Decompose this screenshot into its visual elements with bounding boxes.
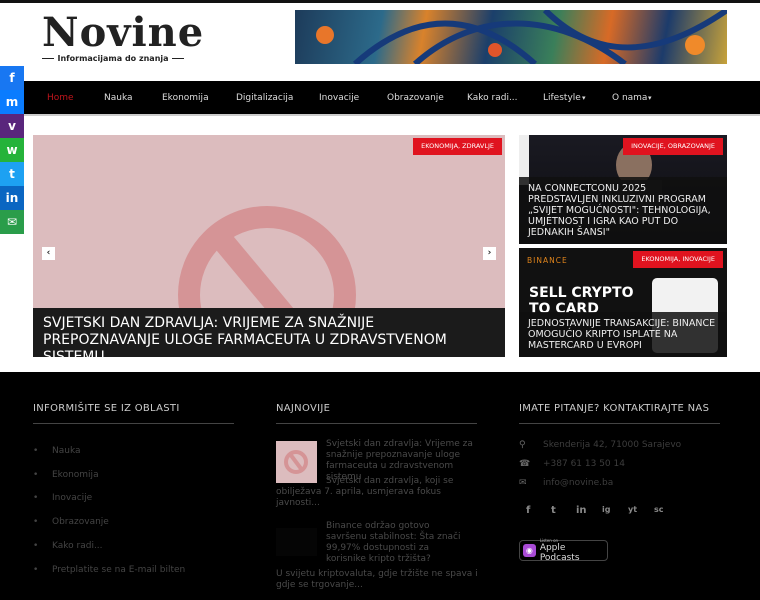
footer-heading: INFORMIŠITE SE IZ OBLASTI	[33, 403, 180, 414]
nav-o-nama[interactable]: O nama	[612, 81, 647, 116]
messenger-share-icon[interactable]: m	[0, 90, 24, 114]
youtube-icon[interactable]: yt	[628, 505, 637, 514]
site-logo[interactable]: Novine Informacijama do znanja	[42, 9, 205, 64]
nav-obrazovanje[interactable]: Obrazovanje	[387, 81, 444, 116]
promo-text: SELL CRYPTO	[529, 285, 634, 301]
instagram-icon[interactable]: ig	[602, 505, 610, 514]
nav-inovacije[interactable]: Inovacije	[319, 81, 359, 116]
category-badge[interactable]: EKONOMIJA, INOVACIJE	[633, 251, 723, 268]
linkedin-share-icon[interactable]: in	[0, 186, 24, 210]
featured-slider[interactable]: EKONOMIJA, ZDRAVLJE Svjetski dan zdravlj…	[33, 135, 505, 357]
footer-heading: NAJNOVIJE	[276, 403, 331, 414]
logo-title: Novine	[42, 9, 205, 56]
card-title[interactable]: Na ConnectConu 2025 predstavljen inkluzi…	[519, 177, 727, 244]
footer-heading: IMATE PITANJE? KONTAKTIRAJTE NAS	[519, 403, 710, 414]
podcast-label: Apple Podcasts	[539, 543, 580, 563]
post-excerpt: Svjetski dan zdravlja, koji se obilježav…	[276, 476, 454, 508]
nav-ekonomija[interactable]: Ekonomija	[162, 81, 209, 116]
podcast-icon: ◉	[523, 544, 536, 557]
email-share-icon[interactable]: ✉	[0, 210, 24, 234]
footer-category-link[interactable]: • Kako radi...	[33, 541, 103, 551]
binance-logo: BINANCE	[527, 256, 568, 265]
contact-phone[interactable]: ☎ +387 61 13 50 14	[519, 459, 625, 469]
nav-digitalizacija[interactable]: Digitalizacija	[236, 81, 293, 116]
nav-lifestyle[interactable]: Lifestyle	[543, 81, 581, 116]
slide-title[interactable]: Svjetski dan zdravlja: Vrijeme za snažni…	[33, 308, 505, 357]
category-badge[interactable]: EKONOMIJA, ZDRAVLJE	[413, 138, 502, 155]
chevron-down-icon: ▾	[648, 94, 652, 102]
news-card[interactable]: BINANCE SELL CRYPTO TO CARD EKONOMIJA, I…	[519, 248, 727, 357]
footer-category-link[interactable]: • Inovacije	[33, 493, 92, 503]
news-card[interactable]: INOVACIJE, OBRAZOVANJE Na ConnectConu 20…	[519, 135, 727, 244]
nav-kako-radi[interactable]: Kako radi...	[467, 81, 518, 116]
logo-tagline: Informacijama do znanja	[42, 54, 184, 63]
header-banner[interactable]	[295, 10, 727, 64]
post-thumbnail[interactable]	[276, 528, 317, 556]
phone-icon: ☎	[519, 459, 531, 469]
twitter-icon[interactable]: t	[551, 505, 556, 516]
footer-category-link[interactable]: • Ekonomija	[33, 470, 99, 480]
main-nav: Home Nauka Ekonomija Digitalizacija Inov…	[0, 81, 760, 116]
footer-category-link[interactable]: • Nauka	[33, 446, 81, 456]
linkedin-icon[interactable]: in	[576, 505, 587, 516]
post-excerpt: U svijetu kriptovaluta, gdje tržište ne …	[276, 569, 478, 590]
divider	[33, 423, 234, 424]
nav-home[interactable]: Home	[47, 81, 74, 116]
divider	[519, 423, 720, 424]
chevron-down-icon: ▾	[582, 94, 586, 102]
slider-next-button[interactable]: ›	[483, 247, 496, 260]
viber-share-icon[interactable]: v	[0, 114, 24, 138]
facebook-share-icon[interactable]: f	[0, 66, 24, 90]
contact-email[interactable]: ✉ info@novine.ba	[519, 478, 613, 488]
footer-category-link[interactable]: • Pretplatite se na E-mail bilten	[33, 565, 185, 575]
share-sidebar: f m v w t in ✉	[0, 66, 24, 234]
contact-address: ⚲ Skenderija 42, 71000 Sarajevo	[519, 440, 682, 450]
divider	[276, 423, 477, 424]
post-title[interactable]: Binance održao gotovo savršenu stabilnos…	[326, 521, 466, 565]
slider-prev-button[interactable]: ‹	[42, 247, 55, 260]
soundcloud-icon[interactable]: sc	[654, 505, 664, 514]
top-bar	[0, 0, 760, 3]
facebook-icon[interactable]: f	[526, 505, 530, 516]
location-pin-icon: ⚲	[519, 440, 526, 450]
whatsapp-share-icon[interactable]: w	[0, 138, 24, 162]
dna-illustration	[316, 10, 727, 64]
envelope-icon: ✉	[519, 478, 527, 488]
footer-category-link[interactable]: • Obrazovanje	[33, 517, 109, 527]
category-badge[interactable]: INOVACIJE, OBRAZOVANJE	[623, 138, 723, 155]
nav-nauka[interactable]: Nauka	[104, 81, 133, 116]
twitter-share-icon[interactable]: t	[0, 162, 24, 186]
card-title[interactable]: Jednostavnije transakcije: Binance omogu…	[519, 312, 727, 357]
apple-podcasts-button[interactable]: ◉ Listen on Apple Podcasts	[519, 538, 608, 563]
